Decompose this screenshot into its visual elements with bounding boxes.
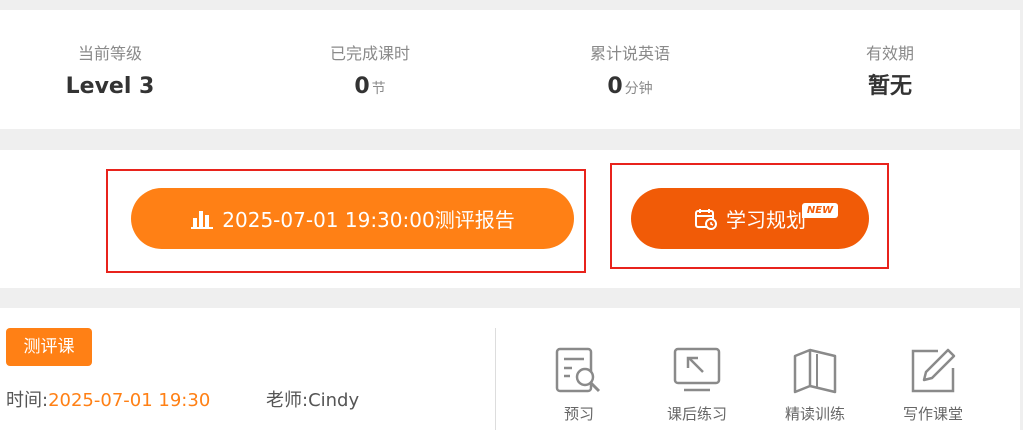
stat-level: 当前等级 Level 3 [20, 44, 200, 100]
lesson-type-tag: 测评课 [6, 328, 92, 366]
vertical-divider [495, 328, 496, 430]
pencil-edit-icon [911, 348, 956, 393]
exercise-arrow-icon [673, 347, 721, 392]
stat-value: 0节 [280, 74, 460, 102]
book-icon [793, 348, 837, 394]
stat-label: 已完成课时 [329, 44, 410, 63]
tool-label: 写作课堂 [902, 405, 963, 423]
highlight-frame-report [106, 169, 586, 273]
stat-value: 暂无 [800, 74, 980, 100]
stat-label: 累计说英语 [589, 44, 670, 63]
tool-writing-class[interactable]: 写作课堂 [878, 346, 988, 424]
time-value: 2025-07-01 19:30 [48, 390, 211, 411]
stat-number: 暂无 [867, 74, 912, 99]
stat-unit: 节 [371, 81, 386, 97]
stat-completed-lessons: 已完成课时 0节 [280, 44, 460, 102]
stat-unit: 分钟 [624, 81, 653, 97]
stat-value: Level 3 [20, 74, 200, 100]
stat-number: 0 [607, 74, 623, 99]
lesson-panel: 测评课 时间:2025-07-01 19:30 老师:Cindy 预习 课后练习 [0, 308, 1020, 430]
lesson-time: 时间:2025-07-01 19:30 [6, 390, 210, 412]
tool-preview[interactable]: 预习 [524, 346, 634, 424]
stat-number: Level 3 [65, 74, 155, 99]
tool-label: 课后练习 [666, 405, 727, 423]
stat-number: 0 [354, 74, 370, 99]
tool-label: 预习 [563, 405, 594, 423]
tool-intensive-reading[interactable]: 精读训练 [760, 346, 870, 424]
preview-doc-search-icon [555, 347, 601, 393]
highlight-frame-plan [610, 163, 889, 269]
stat-validity: 有效期 暂无 [800, 44, 980, 100]
stat-value: 0 分钟 [540, 74, 720, 102]
teacher-value: Cindy [308, 390, 360, 411]
stat-label: 当前等级 [77, 44, 142, 63]
stat-speaking-minutes: 累计说英语 0 分钟 [540, 44, 720, 102]
tool-homework[interactable]: 课后练习 [642, 346, 752, 424]
tool-label: 精读训练 [784, 405, 845, 423]
lesson-teacher: 老师:Cindy [266, 390, 359, 412]
teacher-label: 老师: [266, 390, 309, 411]
stats-panel: 当前等级 Level 3 已完成课时 0节 累计说英语 0 分钟 有效期 暂无 [0, 10, 1020, 129]
time-label: 时间: [6, 390, 49, 411]
stat-label: 有效期 [865, 44, 914, 63]
